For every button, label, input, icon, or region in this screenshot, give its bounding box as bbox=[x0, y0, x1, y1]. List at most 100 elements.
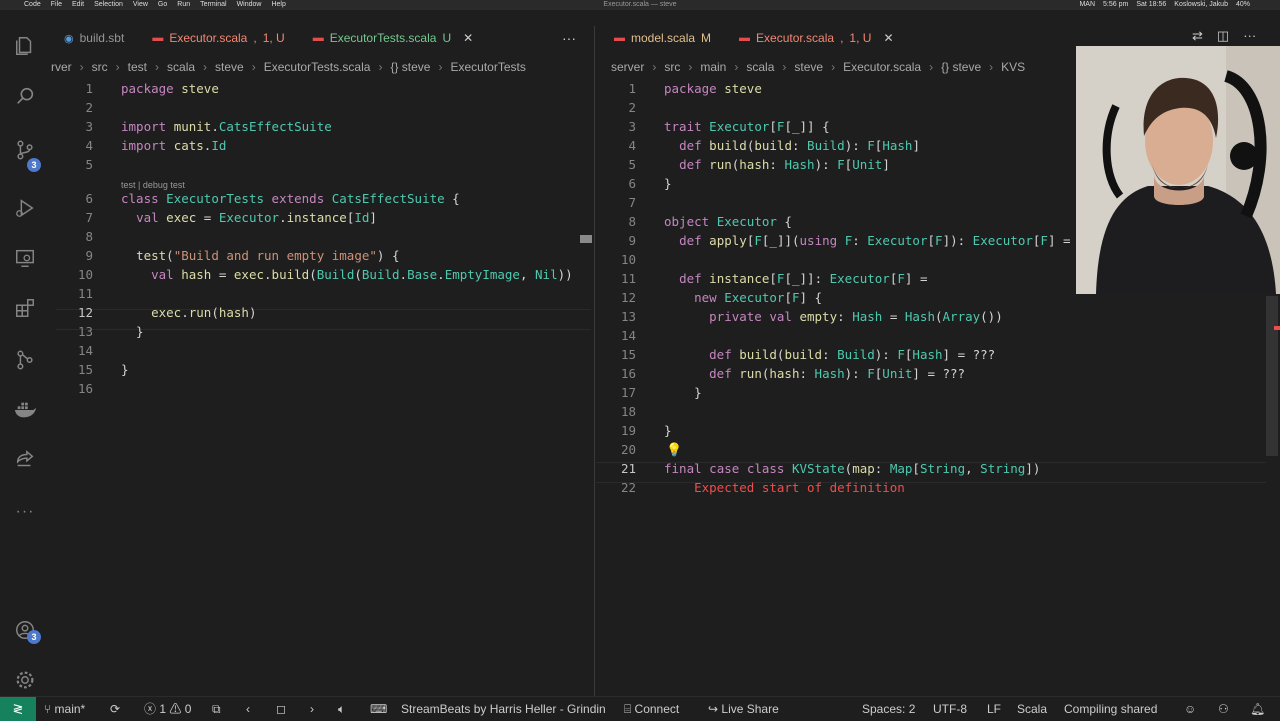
code-line[interactable]: 14 bbox=[596, 326, 1276, 345]
code-line[interactable]: 8 bbox=[53, 227, 593, 246]
eol-indicator[interactable]: LF bbox=[987, 697, 1001, 721]
indentation-indicator[interactable]: Spaces: 2 bbox=[862, 697, 915, 721]
line-number: 6 bbox=[85, 191, 93, 206]
compare-icon[interactable]: ⇄ bbox=[1192, 28, 1203, 44]
copilot-icon[interactable]: ☺ bbox=[1184, 697, 1196, 721]
breadcrumb-item[interactable]: steve bbox=[215, 60, 244, 78]
tab-model-scala[interactable]: ▬ model.scala M bbox=[600, 26, 725, 50]
code-line[interactable]: 21 final case class KVState(map: Map[Stri… bbox=[596, 459, 1276, 478]
code-line[interactable]: 5 bbox=[53, 155, 593, 174]
feedback-icon[interactable]: ⚇ bbox=[1218, 697, 1229, 721]
extensions-icon[interactable] bbox=[0, 286, 50, 330]
sync-icon[interactable]: ⟳ bbox=[110, 697, 120, 721]
run-debug-icon[interactable] bbox=[0, 186, 50, 230]
left-code-editor[interactable]: 1 package steve 2 3 import munit.CatsEffectS… bbox=[53, 79, 593, 679]
code-line[interactable]: 11 bbox=[53, 284, 593, 303]
copy-icon[interactable]: ⧉ bbox=[212, 697, 221, 721]
code-line[interactable]: 6 class ExecutorTests extends CatsEffectS… bbox=[53, 189, 593, 208]
code-line[interactable]: 22 Expected start of definition bbox=[596, 478, 1276, 497]
code-line[interactable]: 18 bbox=[596, 402, 1276, 421]
tray-item[interactable]: Sat 18:56 bbox=[1136, 0, 1166, 10]
code-line[interactable]: 15 def build(build: Build): F[Hash] = ??… bbox=[596, 345, 1276, 364]
breadcrumb-item[interactable]: {} steve bbox=[390, 60, 430, 78]
tray-item[interactable]: 40% bbox=[1236, 0, 1250, 10]
problems-indicator[interactable]: ⓧ 1 ⚠ 0 bbox=[144, 697, 191, 721]
more-actions-icon[interactable]: ··· bbox=[562, 26, 576, 50]
breadcrumb-item[interactable]: steve bbox=[794, 60, 823, 78]
previous-track-icon[interactable]: ‹ bbox=[246, 697, 250, 721]
breadcrumb-item[interactable]: scala bbox=[167, 60, 195, 78]
code-line[interactable]: 10 val hash = exec.build(Build(Build.Bas… bbox=[53, 265, 593, 284]
source-control-icon[interactable] bbox=[0, 128, 50, 172]
code-line[interactable]: 13 private val empty: Hash = Hash(Array(… bbox=[596, 307, 1276, 326]
breadcrumb-item[interactable]: test bbox=[128, 60, 147, 78]
branch-indicator[interactable]: ⑂ main* bbox=[44, 697, 85, 721]
code-line[interactable]: 17 } bbox=[596, 383, 1276, 402]
git-graph-icon[interactable] bbox=[0, 338, 50, 382]
breadcrumb-item[interactable]: main bbox=[700, 60, 726, 78]
breadcrumb-item[interactable]: {} steve bbox=[941, 60, 981, 78]
explorer-icon[interactable] bbox=[0, 24, 50, 68]
lightbulb-icon[interactable]: 💡 bbox=[666, 442, 682, 458]
breadcrumb-item[interactable]: server bbox=[611, 60, 644, 78]
code-line[interactable]: 3 import munit.CatsEffectSuite bbox=[53, 117, 593, 136]
split-editor-icon[interactable]: ◫ bbox=[1217, 28, 1229, 44]
music-track[interactable]: StreamBeats by Harris Heller - Grindin bbox=[401, 697, 606, 721]
scrollbar-thumb[interactable] bbox=[1266, 296, 1278, 456]
accounts-icon[interactable] bbox=[0, 608, 50, 652]
language-indicator[interactable]: Scala bbox=[1017, 697, 1047, 721]
tab-executor-scala-active[interactable]: ▬ Executor.scala, 1, U ✕ bbox=[725, 26, 907, 50]
code-line[interactable]: 2 bbox=[53, 98, 593, 117]
breadcrumb-item[interactable]: src bbox=[92, 60, 108, 78]
tab-build-sbt[interactable]: ◉ build.sbt bbox=[50, 26, 138, 50]
breadcrumb-item[interactable]: Executor.scala bbox=[843, 60, 921, 78]
more-actions-icon[interactable]: ··· bbox=[1243, 28, 1256, 44]
chevron-right-icon: › bbox=[831, 60, 836, 74]
breadcrumb-item[interactable]: ExecutorTests bbox=[450, 60, 525, 78]
notifications-bell-icon[interactable]: 🔔︎ bbox=[1250, 697, 1265, 721]
keyboard-icon[interactable]: ⌨ bbox=[370, 697, 387, 721]
tab-executor-scala[interactable]: ▬ Executor.scala, 1, U bbox=[138, 26, 298, 50]
code-line[interactable]: 13 } bbox=[53, 322, 593, 341]
breadcrumb-item[interactable]: src bbox=[664, 60, 680, 78]
code-line[interactable]: 4 import cats.Id bbox=[53, 136, 593, 155]
breadcrumb-item[interactable]: ExecutorTests.scala bbox=[264, 60, 371, 78]
tray-item[interactable]: MAN bbox=[1079, 0, 1095, 10]
code-line[interactable]: 14 bbox=[53, 341, 593, 360]
code-line[interactable]: 15} bbox=[53, 360, 593, 379]
close-icon[interactable]: ✕ bbox=[883, 31, 893, 45]
breadcrumb[interactable]: server › src › main › scala › steve › Executor.sca… bbox=[611, 60, 1081, 78]
connect-button[interactable]: ⌸ Connect bbox=[624, 697, 679, 721]
remote-explorer-icon[interactable] bbox=[0, 236, 50, 280]
code-line[interactable]: 19} bbox=[596, 421, 1276, 440]
code-line[interactable]: 16 def run(hash: Hash): F[Unit] = ??? bbox=[596, 364, 1276, 383]
close-icon[interactable]: ✕ bbox=[463, 31, 473, 45]
code-line[interactable]: 12 exec.run(hash) bbox=[53, 303, 593, 322]
code-line[interactable]: 16 bbox=[53, 379, 593, 398]
breadcrumb-item[interactable]: rver bbox=[51, 60, 72, 78]
live-share-icon[interactable] bbox=[0, 438, 50, 482]
breadcrumb[interactable]: rver › src › test › scala › steve › ExecutorTests.… bbox=[51, 60, 587, 78]
tray-item[interactable]: Koslowski, Jakub bbox=[1174, 0, 1228, 10]
code-line[interactable]: 1 package steve bbox=[53, 79, 593, 98]
encoding-indicator[interactable]: UTF-8 bbox=[933, 697, 967, 721]
editor-split-divider[interactable] bbox=[594, 26, 595, 696]
docker-icon[interactable] bbox=[0, 388, 50, 432]
tray-item[interactable]: 5:56 pm bbox=[1103, 0, 1128, 10]
breadcrumb-item[interactable]: KVS bbox=[1001, 60, 1025, 78]
code-line[interactable]: 20 bbox=[596, 440, 1276, 459]
search-icon[interactable] bbox=[0, 74, 50, 118]
breadcrumb-item[interactable]: scala bbox=[746, 60, 774, 78]
codelens[interactable]: test | debug test bbox=[121, 180, 185, 190]
more-icon[interactable]: ··· bbox=[0, 490, 50, 534]
live-share-button[interactable]: ↪ Live Share bbox=[708, 697, 779, 721]
speaker-icon[interactable]: 🔈︎ bbox=[338, 697, 345, 721]
next-track-icon[interactable]: › bbox=[310, 697, 314, 721]
tab-executortests-scala[interactable]: ▬ ExecutorTests.scala U ✕ bbox=[298, 26, 488, 50]
stop-icon[interactable]: ◻ bbox=[276, 697, 286, 721]
code-line[interactable]: 7 val exec = Executor.instance[Id] bbox=[53, 208, 593, 227]
code-line[interactable]: 9 test("Build and run empty image") { bbox=[53, 246, 593, 265]
remote-indicator-icon[interactable]: ≷ bbox=[0, 697, 36, 721]
system-tray[interactable]: MAN 5:56 pm Sat 18:56 Koslowski, Jakub 40% bbox=[1079, 0, 1250, 10]
build-status[interactable]: Compiling shared bbox=[1064, 697, 1157, 721]
